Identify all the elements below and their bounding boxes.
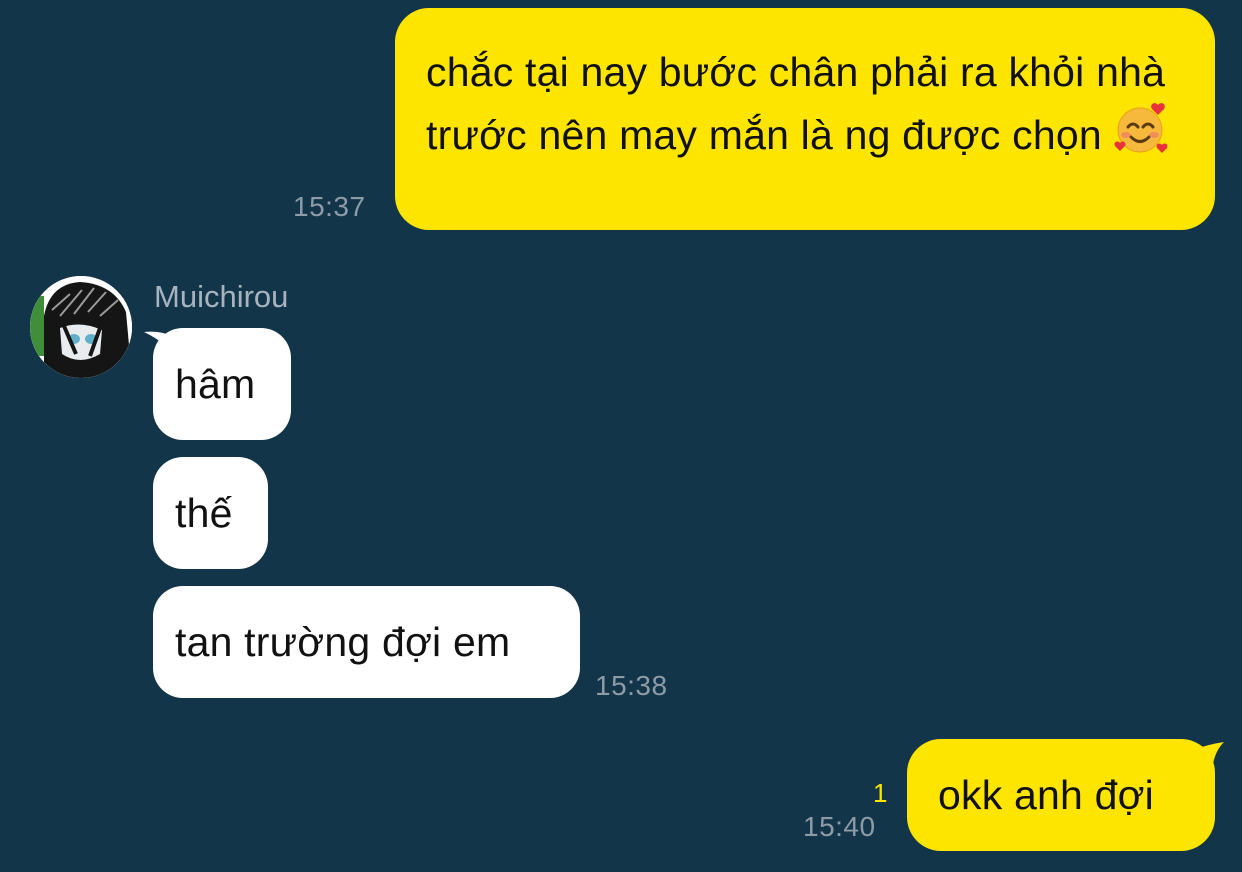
message-timestamp: 15:37 [293,191,366,222]
sent-message-bubble[interactable]: chắc tại nay bước chân phải ra khỏi nhà … [395,8,1215,230]
sent-message-bubble[interactable]: okk anh đợi [907,739,1215,851]
message-timestamp: 15:38 [595,670,668,701]
message-text: thế [175,490,233,536]
smiling-face-with-hearts-icon [1114,99,1170,168]
message-text: chắc tại nay bước chân phải ra khỏi nhà … [426,49,1166,158]
message-text: tan trường đợi em [175,619,511,665]
sender-name: Muichirou [154,279,289,314]
message-text: hâm [175,361,256,407]
received-message-bubble[interactable]: thế [153,457,268,569]
received-message-bubble[interactable]: tan trường đợi em [153,586,580,698]
message-text: okk anh đợi [938,772,1154,818]
unread-count: 1 [873,778,888,808]
message-timestamp: 15:40 [803,811,876,842]
avatar[interactable] [30,276,132,378]
received-message-bubble[interactable]: hâm [153,328,291,440]
